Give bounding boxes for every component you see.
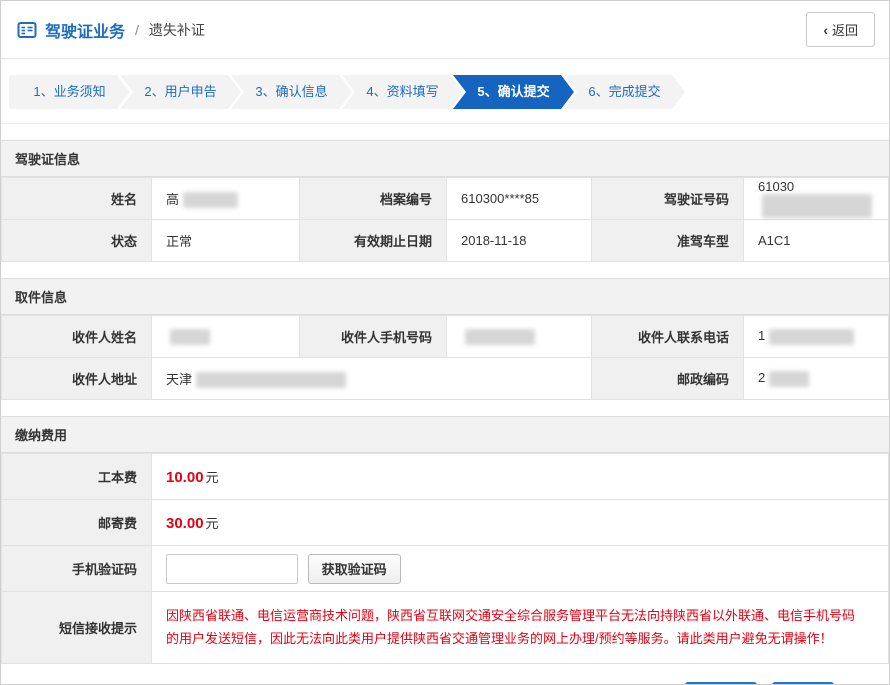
- field-value-file-number: 610300****85: [447, 178, 592, 220]
- redacted-value: [183, 192, 238, 208]
- license-section-title: 驾驶证信息: [1, 140, 889, 177]
- field-label-vehicle-class: 准驾车型: [592, 220, 744, 262]
- license-info-section: 驾驶证信息 姓名 高 档案编号 610300****85 驾驶证号码 61030: [1, 140, 889, 262]
- field-value-expiry-date: 2018-11-18: [447, 220, 592, 262]
- table-row: 手机验证码 获取验证码: [2, 546, 889, 592]
- step-tab-1[interactable]: 1、业务须知: [9, 75, 130, 109]
- field-value-status: 正常: [152, 220, 300, 262]
- redacted-value: [465, 329, 535, 345]
- field-value-production-fee: 10.00元: [152, 454, 889, 500]
- page-title: 驾驶证业务: [45, 18, 125, 42]
- license-info-table: 姓名 高 档案编号 610300****85 驾驶证号码 61030 状态 正常…: [1, 177, 889, 262]
- field-value-name: 高: [152, 178, 300, 220]
- field-label-postage-fee: 邮寄费: [2, 500, 152, 546]
- fee-amount: 30.00: [166, 515, 204, 532]
- fee-unit: 元: [206, 516, 219, 531]
- pickup-info-table: 收件人姓名 收件人手机号码 收件人联系电话 1 收件人地址 天津 邮政编码: [1, 315, 889, 400]
- field-value-recipient-phone: 1: [744, 316, 889, 358]
- step-tab-3[interactable]: 3、确认信息: [231, 75, 352, 109]
- field-label-recipient-mobile: 收件人手机号码: [300, 316, 447, 358]
- back-chevron-icon: ‹: [823, 23, 828, 37]
- field-label-name: 姓名: [2, 178, 152, 220]
- field-label-recipient-name: 收件人姓名: [2, 316, 152, 358]
- table-row: 状态 正常 有效期止日期 2018-11-18 准驾车型 A1C1: [2, 220, 889, 262]
- field-value-recipient-address: 天津: [152, 358, 592, 400]
- pickup-section-title: 取件信息: [1, 278, 889, 315]
- field-label-sms-code: 手机验证码: [2, 546, 152, 592]
- field-value-postal-code: 2: [744, 358, 889, 400]
- fee-amount: 10.00: [166, 469, 204, 486]
- fee-unit: 元: [206, 470, 219, 485]
- breadcrumb: 驾驶证业务 / 遗失补证: [17, 18, 205, 42]
- get-code-button[interactable]: 获取验证码: [308, 554, 401, 584]
- sms-notice-text: 因陕西省联通、电信运营商技术问题，陕西省互联网交通安全综合服务管理平台无法向持陕…: [152, 592, 889, 664]
- field-value-recipient-mobile: [447, 316, 592, 358]
- field-value-license-number: 61030: [744, 178, 889, 220]
- page-subtitle: 遗失补证: [149, 20, 205, 40]
- table-row: 收件人地址 天津 邮政编码 2: [2, 358, 889, 400]
- fees-section: 缴纳费用 工本费 10.00元 邮寄费 30.00元 手机验证码: [1, 416, 889, 664]
- redacted-value: [769, 329, 854, 345]
- redacted-value: [762, 194, 872, 218]
- field-label-production-fee: 工本费: [2, 454, 152, 500]
- field-label-sms-notice: 短信接收提示: [2, 592, 152, 664]
- redacted-value: [769, 371, 809, 387]
- field-value-sms-code: 获取验证码: [152, 546, 889, 592]
- sms-code-input[interactable]: [166, 554, 298, 584]
- field-value-recipient-name: [152, 316, 300, 358]
- field-label-recipient-address: 收件人地址: [2, 358, 152, 400]
- step-tab-2[interactable]: 2、用户申告: [120, 75, 241, 109]
- pickup-info-section: 取件信息 收件人姓名 收件人手机号码 收件人联系电话 1: [1, 278, 889, 400]
- fees-table: 工本费 10.00元 邮寄费 30.00元 手机验证码 获取验证码 短信接收提: [1, 453, 889, 664]
- field-value-vehicle-class: A1C1: [744, 220, 889, 262]
- field-label-recipient-phone: 收件人联系电话: [592, 316, 744, 358]
- breadcrumb-separator: /: [135, 22, 139, 38]
- back-button-label: 返回: [832, 20, 858, 39]
- step-wizard: 1、业务须知 2、用户申告 3、确认信息 4、资料填写 5、确认提交 6、完成提…: [1, 59, 889, 124]
- field-label-license-number: 驾驶证号码: [592, 178, 744, 220]
- redacted-value: [196, 372, 346, 388]
- field-label-status: 状态: [2, 220, 152, 262]
- table-row: 邮寄费 30.00元: [2, 500, 889, 546]
- field-label-expiry-date: 有效期止日期: [300, 220, 447, 262]
- fees-section-title: 缴纳费用: [1, 416, 889, 453]
- back-button[interactable]: ‹ 返回: [806, 12, 875, 47]
- footer-actions: 上一步 完成: [1, 664, 889, 685]
- table-row: 工本费 10.00元: [2, 454, 889, 500]
- table-row: 收件人姓名 收件人手机号码 收件人联系电话 1: [2, 316, 889, 358]
- field-label-file-number: 档案编号: [300, 178, 447, 220]
- field-value-postage-fee: 30.00元: [152, 500, 889, 546]
- step-tab-4[interactable]: 4、资料填写: [342, 75, 463, 109]
- page-container: 驾驶证业务 / 遗失补证 ‹ 返回 1、业务须知 2、用户申告 3、确认信息 4…: [0, 0, 890, 685]
- field-label-postal-code: 邮政编码: [592, 358, 744, 400]
- step-tab-5[interactable]: 5、确认提交: [453, 75, 574, 109]
- table-row: 姓名 高 档案编号 610300****85 驾驶证号码 61030: [2, 178, 889, 220]
- license-services-icon: [17, 20, 37, 40]
- step-tab-6[interactable]: 6、完成提交: [564, 75, 685, 109]
- table-row: 短信接收提示 因陕西省联通、电信运营商技术问题，陕西省互联网交通安全综合服务管理…: [2, 592, 889, 664]
- redacted-value: [170, 329, 210, 345]
- top-header: 驾驶证业务 / 遗失补证 ‹ 返回: [1, 1, 889, 59]
